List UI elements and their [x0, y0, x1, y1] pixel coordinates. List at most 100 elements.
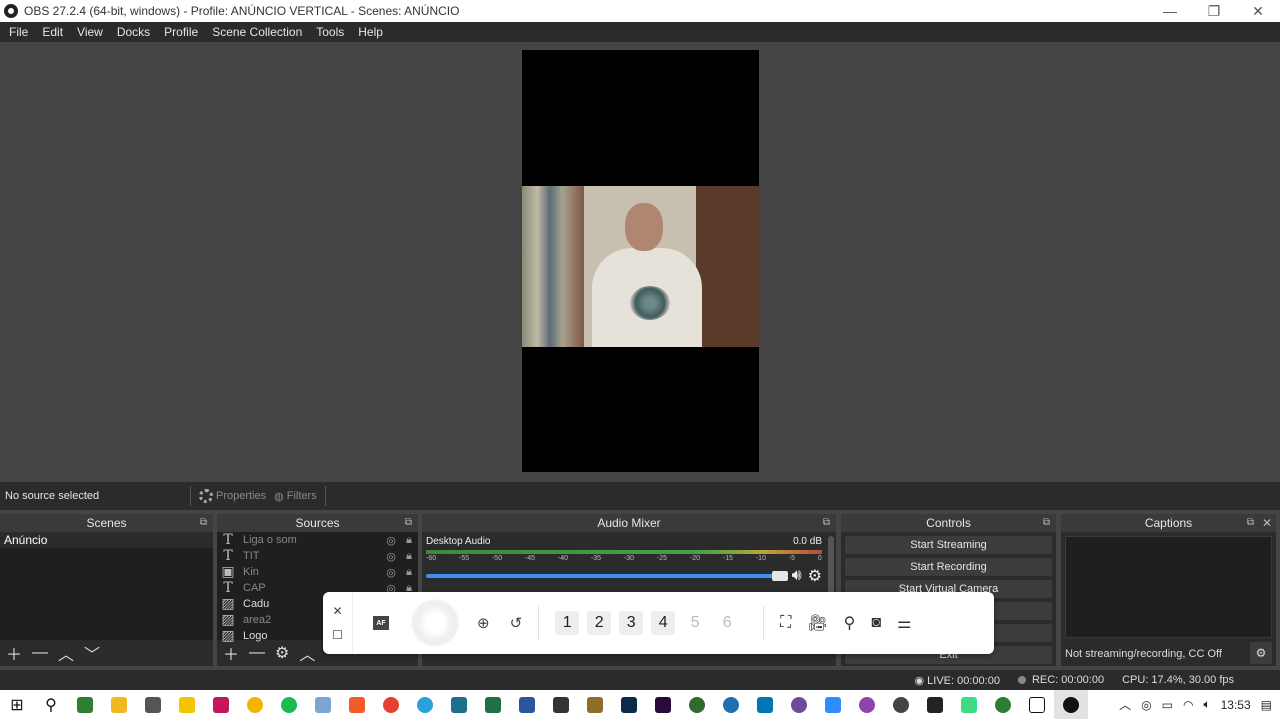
wifi-icon[interactable]: ◠: [1183, 698, 1193, 712]
taskbar-app[interactable]: [918, 690, 952, 719]
snapshot-icon[interactable]: ◙: [871, 614, 881, 632]
notifications-icon[interactable]: ▤: [1261, 698, 1272, 712]
taskbar-app[interactable]: [680, 690, 714, 719]
visibility-icon[interactable]: ◎: [382, 550, 400, 563]
scenes-list[interactable]: Anúncio: [0, 532, 213, 640]
undock-icon[interactable]: ⧉: [200, 514, 207, 532]
remove-icon[interactable]: —: [249, 644, 265, 662]
taskbar-telegram[interactable]: [408, 690, 442, 719]
taskbar-notepad[interactable]: [306, 690, 340, 719]
preset-button-6[interactable]: 6: [715, 611, 739, 635]
captions-settings-button[interactable]: ⚙: [1250, 642, 1272, 664]
preset-button-3[interactable]: 3: [619, 611, 644, 635]
menu-tools[interactable]: Tools: [309, 25, 351, 39]
taskbar-zoom[interactable]: [816, 690, 850, 719]
scene-item[interactable]: Anúncio: [0, 532, 213, 548]
adjustments-icon[interactable]: ⚌: [897, 613, 911, 633]
camera-icon[interactable]: 🎥︎: [807, 613, 827, 633]
taskbar-calculator[interactable]: [136, 690, 170, 719]
start-streaming-button[interactable]: Start Streaming: [845, 536, 1052, 554]
person-tracking-icon[interactable]: ⚲: [844, 613, 856, 633]
obs-tray-icon[interactable]: ◎: [1141, 698, 1151, 712]
properties-button[interactable]: Properties: [195, 489, 270, 503]
taskbar-app[interactable]: [238, 690, 272, 719]
add-icon[interactable]: ＋: [6, 641, 22, 665]
lock-icon[interactable]: 🔒︎: [400, 550, 418, 563]
taskbar-obs[interactable]: [1054, 690, 1088, 719]
preview-area[interactable]: [0, 42, 1280, 480]
preset-button-4[interactable]: 4: [651, 611, 676, 635]
close-icon[interactable]: ✕: [1262, 514, 1272, 532]
taskbar-app[interactable]: [204, 690, 238, 719]
reset-icon[interactable]: ↺: [510, 614, 523, 632]
taskbar-word[interactable]: [510, 690, 544, 719]
pan-tilt-joystick[interactable]: [413, 601, 457, 645]
minimize-button[interactable]: —: [1148, 3, 1192, 19]
move-down-icon[interactable]: ﹀: [84, 641, 100, 665]
undock-icon[interactable]: ⧉: [405, 514, 412, 532]
source-item[interactable]: T Liga o som ◎ 🔒︎: [217, 532, 418, 548]
taskbar-premiere[interactable]: [646, 690, 680, 719]
menu-help[interactable]: Help: [351, 25, 390, 39]
start-button[interactable]: ⊞: [0, 690, 34, 719]
taskbar-chrome[interactable]: [374, 690, 408, 719]
taskbar-app[interactable]: [578, 690, 612, 719]
taskbar-notion[interactable]: [1020, 690, 1054, 719]
zoom-in-icon[interactable]: ⊕: [477, 614, 490, 632]
preview-canvas[interactable]: [522, 50, 759, 472]
taskbar-app[interactable]: [748, 690, 782, 719]
focus-frame-icon[interactable]: ⛶: [780, 614, 791, 632]
visibility-icon[interactable]: ◎: [382, 566, 400, 579]
close-button[interactable]: ✕: [1236, 3, 1280, 20]
search-button[interactable]: ⚲: [34, 690, 68, 719]
menu-file[interactable]: File: [2, 25, 35, 39]
clock[interactable]: 13:53: [1221, 698, 1251, 712]
menu-edit[interactable]: Edit: [35, 25, 70, 39]
move-up-icon[interactable]: ︿: [58, 641, 74, 665]
lock-icon[interactable]: 🔒︎: [400, 566, 418, 579]
add-icon[interactable]: ＋: [223, 641, 239, 665]
preset-button-2[interactable]: 2: [587, 611, 612, 635]
move-up-icon[interactable]: ︿: [299, 641, 315, 665]
visibility-icon[interactable]: ◎: [382, 534, 400, 547]
chevron-up-icon[interactable]: ︿: [1119, 696, 1131, 713]
speaker-icon[interactable]: 🔊︎: [792, 567, 802, 585]
menu-scene-collection[interactable]: Scene Collection: [205, 25, 309, 39]
taskbar-app[interactable]: [952, 690, 986, 719]
undock-icon[interactable]: ⧉: [823, 514, 830, 532]
taskbar-excel[interactable]: [476, 690, 510, 719]
taskbar-file-explorer[interactable]: [102, 690, 136, 719]
preset-button-5[interactable]: 5: [683, 611, 707, 635]
lock-icon[interactable]: 🔒︎: [400, 534, 418, 547]
gear-icon[interactable]: ⚙: [808, 566, 822, 586]
taskbar-app[interactable]: [850, 690, 884, 719]
undock-icon[interactable]: ⧉: [1043, 514, 1050, 532]
taskbar-app[interactable]: [884, 690, 918, 719]
start-recording-button[interactable]: Start Recording: [845, 558, 1052, 576]
taskbar-app[interactable]: [986, 690, 1020, 719]
taskbar-app[interactable]: [442, 690, 476, 719]
taskbar-app[interactable]: [544, 690, 578, 719]
source-item[interactable]: T TIT ◎ 🔒︎: [217, 548, 418, 564]
volume-slider[interactable]: [426, 571, 788, 581]
filters-button[interactable]: ◍ Filters: [270, 490, 321, 503]
restore-button[interactable]: ❐: [1192, 3, 1236, 20]
menu-docks[interactable]: Docks: [110, 25, 157, 39]
taskbar-app[interactable]: [782, 690, 816, 719]
taskbar-brave[interactable]: [340, 690, 374, 719]
undock-icon[interactable]: ⧉: [1247, 514, 1254, 532]
preset-button-1[interactable]: 1: [555, 611, 580, 635]
close-icon[interactable]: ✕: [332, 604, 342, 618]
menu-view[interactable]: View: [70, 25, 110, 39]
taskbar-spotify[interactable]: [272, 690, 306, 719]
volume-slider-handle[interactable]: [771, 571, 788, 581]
gear-icon[interactable]: ⚙: [275, 643, 289, 663]
taskbar-app[interactable]: [170, 690, 204, 719]
autofocus-button[interactable]: AF: [373, 616, 389, 630]
taskbar-photoshop[interactable]: [612, 690, 646, 719]
volume-icon[interactable]: 🔈︎: [1203, 697, 1210, 712]
menu-profile[interactable]: Profile: [157, 25, 205, 39]
battery-icon[interactable]: ▭: [1162, 698, 1173, 712]
source-item[interactable]: ▣ Kin ◎ 🔒︎: [217, 564, 418, 580]
taskbar-app[interactable]: [714, 690, 748, 719]
